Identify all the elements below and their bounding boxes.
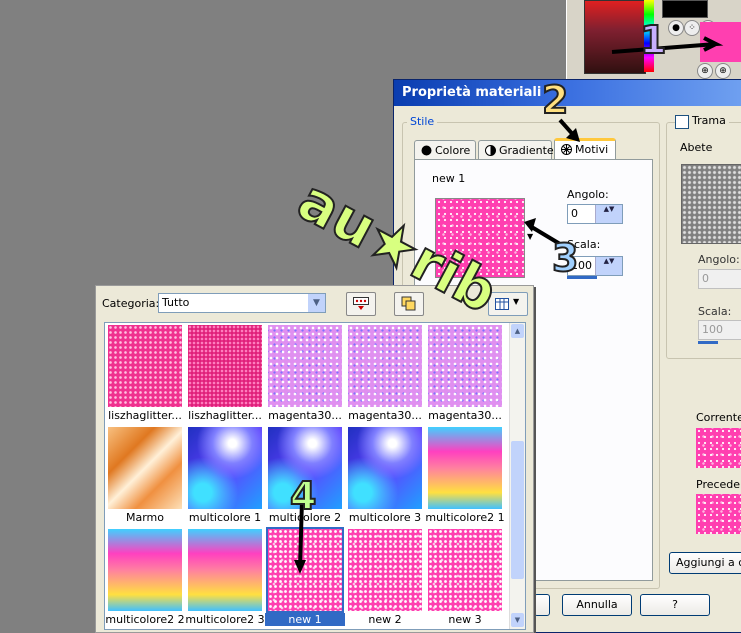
step-number-1: 1 xyxy=(639,17,667,63)
step-number-3: 3 xyxy=(551,235,579,281)
step-number-4: 4 xyxy=(289,473,317,519)
step-number-2: 2 xyxy=(541,77,569,123)
annotation-arrows xyxy=(294,36,724,574)
arrow-4-head xyxy=(294,560,306,574)
